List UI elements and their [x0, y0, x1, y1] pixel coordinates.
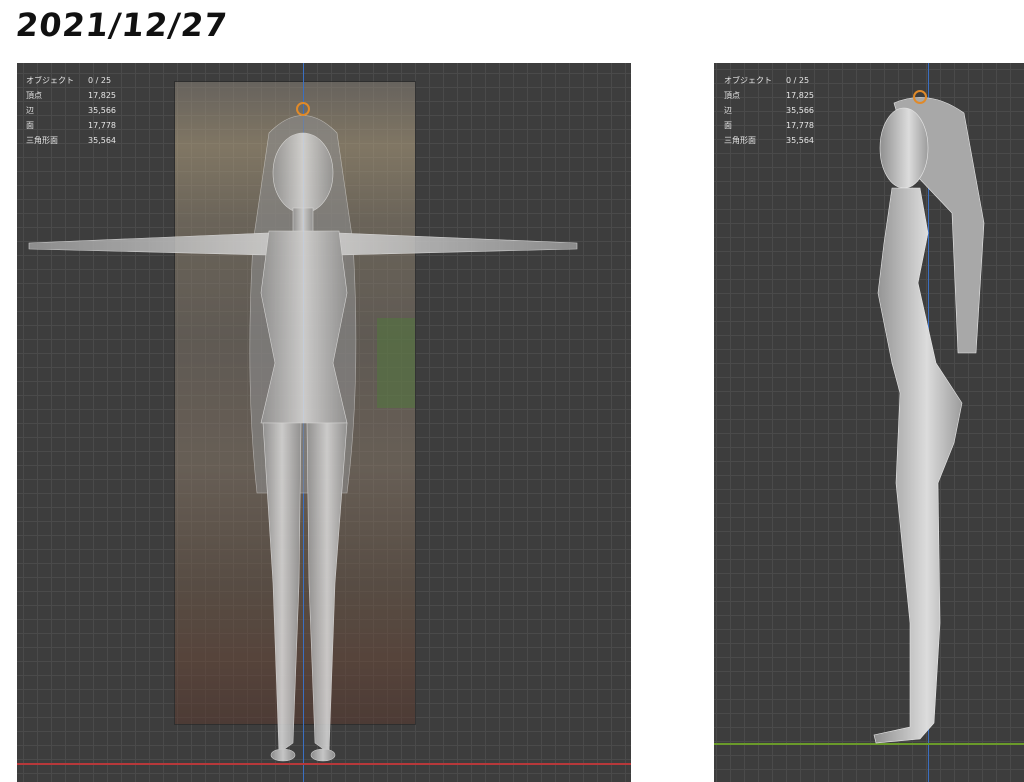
- origin-cursor-icon: [296, 102, 310, 116]
- side-viewport[interactable]: オブジェクト 0 / 25 頂点 17,825 辺 35,566 面 17,778 三角…: [714, 63, 1024, 782]
- character-mesh-front[interactable]: [17, 63, 631, 782]
- front-viewport[interactable]: オブジェクト 0 / 25 頂点 17,825 辺 35,566 面 17,778 三角…: [17, 63, 631, 782]
- character-mesh-side[interactable]: [714, 63, 1024, 782]
- date-title: 2021/12/27: [14, 6, 230, 44]
